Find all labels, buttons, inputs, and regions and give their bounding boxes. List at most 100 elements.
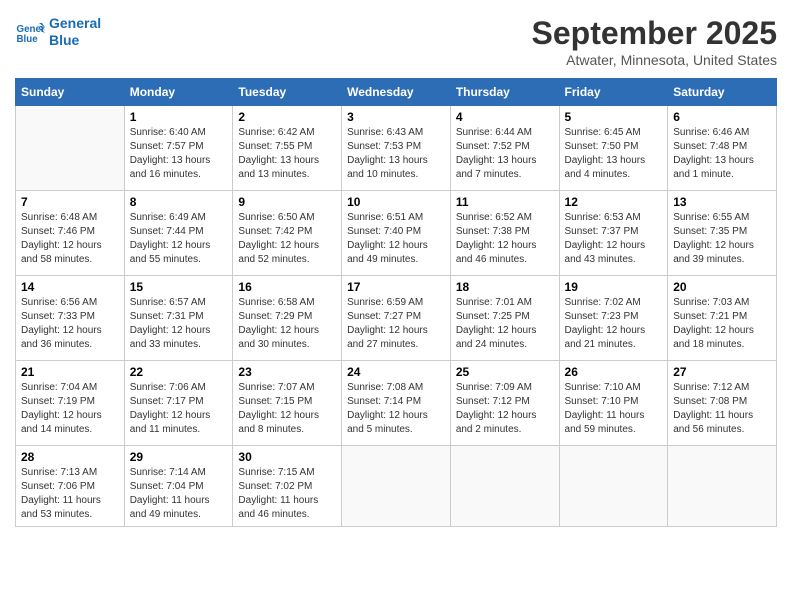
day-number: 11 (456, 195, 554, 209)
day-info: Sunrise: 7:03 AM Sunset: 7:21 PM Dayligh… (673, 296, 771, 352)
weekday-header: Sunday (16, 79, 125, 106)
title-block: September 2025 Atwater, Minnesota, Unite… (532, 15, 777, 68)
day-info: Sunrise: 7:01 AM Sunset: 7:25 PM Dayligh… (456, 296, 554, 352)
day-number: 26 (565, 365, 663, 379)
logo-icon: General Blue (15, 17, 45, 47)
day-number: 29 (130, 450, 228, 464)
calendar-week-row: 7 Sunrise: 6:48 AM Sunset: 7:46 PM Daylig… (16, 191, 777, 276)
day-number: 25 (456, 365, 554, 379)
day-info: Sunrise: 6:49 AM Sunset: 7:44 PM Dayligh… (130, 211, 228, 267)
day-number: 12 (565, 195, 663, 209)
day-number: 27 (673, 365, 771, 379)
calendar-day-cell: 2Sunrise: 6:42 AM Sunset: 7:55 PM Daylig… (233, 106, 342, 191)
calendar-day-cell (668, 446, 777, 527)
calendar-day-cell (450, 446, 559, 527)
calendar-day-cell: 17 Sunrise: 6:59 AM Sunset: 7:27 PM Dayli… (342, 276, 451, 361)
day-info: Sunrise: 6:51 AM Sunset: 7:40 PM Dayligh… (347, 211, 445, 267)
calendar-day-cell: 20 Sunrise: 7:03 AM Sunset: 7:21 PM Dayli… (668, 276, 777, 361)
day-info: Sunrise: 6:59 AM Sunset: 7:27 PM Dayligh… (347, 296, 445, 352)
calendar-day-cell (16, 106, 125, 191)
day-info: Sunrise: 6:57 AM Sunset: 7:31 PM Dayligh… (130, 296, 228, 352)
calendar-table: SundayMondayTuesdayWednesdayThursdayFrid… (15, 78, 777, 527)
calendar-day-cell: 27 Sunrise: 7:12 AM Sunset: 7:08 PM Dayli… (668, 361, 777, 446)
weekday-header: Monday (124, 79, 233, 106)
day-info: Sunrise: 6:53 AM Sunset: 7:37 PM Dayligh… (565, 211, 663, 267)
day-number: 16 (238, 280, 336, 294)
calendar-day-cell (342, 446, 451, 527)
day-number: 1 (130, 110, 228, 124)
day-info: Sunrise: 7:13 AM Sunset: 7:06 PM Dayligh… (21, 466, 119, 522)
calendar-day-cell: 25 Sunrise: 7:09 AM Sunset: 7:12 PM Dayli… (450, 361, 559, 446)
day-number: 23 (238, 365, 336, 379)
day-number: 30 (238, 450, 336, 464)
calendar-day-cell: 30Sunrise: 7:15 AM Sunset: 7:02 PM Dayli… (233, 446, 342, 527)
day-number: 20 (673, 280, 771, 294)
calendar-day-cell: 22Sunrise: 7:06 AM Sunset: 7:17 PM Dayli… (124, 361, 233, 446)
logo: General Blue General Blue (15, 15, 101, 49)
weekday-header: Thursday (450, 79, 559, 106)
day-info: Sunrise: 7:04 AM Sunset: 7:19 PM Dayligh… (21, 381, 119, 437)
calendar-day-cell: 10 Sunrise: 6:51 AM Sunset: 7:40 PM Dayli… (342, 191, 451, 276)
calendar-day-cell: 23 Sunrise: 7:07 AM Sunset: 7:15 PM Dayli… (233, 361, 342, 446)
day-info: Sunrise: 6:44 AM Sunset: 7:52 PM Dayligh… (456, 126, 554, 182)
day-info: Sunrise: 6:45 AM Sunset: 7:50 PM Dayligh… (565, 126, 663, 182)
day-number: 18 (456, 280, 554, 294)
logo-text: General Blue (49, 15, 101, 49)
day-info: Sunrise: 6:56 AM Sunset: 7:33 PM Dayligh… (21, 296, 119, 352)
day-number: 13 (673, 195, 771, 209)
day-info: Sunrise: 6:40 AM Sunset: 7:57 PM Dayligh… (130, 126, 228, 182)
calendar-day-cell: 9Sunrise: 6:50 AM Sunset: 7:42 PM Daylig… (233, 191, 342, 276)
calendar-day-cell: 14 Sunrise: 6:56 AM Sunset: 7:33 PM Dayli… (16, 276, 125, 361)
day-info: Sunrise: 6:52 AM Sunset: 7:38 PM Dayligh… (456, 211, 554, 267)
calendar-day-cell: 16 Sunrise: 6:58 AM Sunset: 7:29 PM Dayli… (233, 276, 342, 361)
day-info: Sunrise: 6:58 AM Sunset: 7:29 PM Dayligh… (238, 296, 336, 352)
calendar-day-cell: 4Sunrise: 6:44 AM Sunset: 7:52 PM Daylig… (450, 106, 559, 191)
svg-text:Blue: Blue (17, 34, 39, 45)
day-number: 7 (21, 195, 119, 209)
calendar-day-cell: 26 Sunrise: 7:10 AM Sunset: 7:10 PM Dayli… (559, 361, 668, 446)
day-info: Sunrise: 7:07 AM Sunset: 7:15 PM Dayligh… (238, 381, 336, 437)
calendar-week-row: 1 Sunrise: 6:40 AM Sunset: 7:57 PM Daylig… (16, 106, 777, 191)
day-number: 22 (130, 365, 228, 379)
calendar-day-cell: 1 Sunrise: 6:40 AM Sunset: 7:57 PM Daylig… (124, 106, 233, 191)
calendar-day-cell: 28 Sunrise: 7:13 AM Sunset: 7:06 PM Dayli… (16, 446, 125, 527)
calendar-day-cell: 29 Sunrise: 7:14 AM Sunset: 7:04 PM Dayli… (124, 446, 233, 527)
day-number: 15 (130, 280, 228, 294)
day-number: 21 (21, 365, 119, 379)
day-number: 28 (21, 450, 119, 464)
calendar-week-row: 14 Sunrise: 6:56 AM Sunset: 7:33 PM Dayli… (16, 276, 777, 361)
day-number: 10 (347, 195, 445, 209)
weekday-header: Tuesday (233, 79, 342, 106)
day-info: Sunrise: 7:02 AM Sunset: 7:23 PM Dayligh… (565, 296, 663, 352)
day-number: 9 (238, 195, 336, 209)
day-info: Sunrise: 7:10 AM Sunset: 7:10 PM Dayligh… (565, 381, 663, 437)
weekday-header: Wednesday (342, 79, 451, 106)
calendar-day-cell: 6 Sunrise: 6:46 AM Sunset: 7:48 PM Daylig… (668, 106, 777, 191)
weekday-header: Friday (559, 79, 668, 106)
day-info: Sunrise: 7:14 AM Sunset: 7:04 PM Dayligh… (130, 466, 228, 522)
day-number: 14 (21, 280, 119, 294)
weekday-header: Saturday (668, 79, 777, 106)
day-info: Sunrise: 7:09 AM Sunset: 7:12 PM Dayligh… (456, 381, 554, 437)
calendar-day-cell: 15 Sunrise: 6:57 AM Sunset: 7:31 PM Dayli… (124, 276, 233, 361)
day-info: Sunrise: 7:12 AM Sunset: 7:08 PM Dayligh… (673, 381, 771, 437)
calendar-week-row: 28 Sunrise: 7:13 AM Sunset: 7:06 PM Dayli… (16, 446, 777, 527)
month-title: September 2025 (532, 15, 777, 52)
day-info: Sunrise: 6:55 AM Sunset: 7:35 PM Dayligh… (673, 211, 771, 267)
day-number: 17 (347, 280, 445, 294)
calendar-week-row: 21 Sunrise: 7:04 AM Sunset: 7:19 PM Dayli… (16, 361, 777, 446)
calendar-day-cell: 21 Sunrise: 7:04 AM Sunset: 7:19 PM Dayli… (16, 361, 125, 446)
day-number: 6 (673, 110, 771, 124)
location-title: Atwater, Minnesota, United States (532, 52, 777, 68)
calendar-day-cell: 5Sunrise: 6:45 AM Sunset: 7:50 PM Daylig… (559, 106, 668, 191)
calendar-day-cell: 11 Sunrise: 6:52 AM Sunset: 7:38 PM Dayli… (450, 191, 559, 276)
day-info: Sunrise: 6:48 AM Sunset: 7:46 PM Dayligh… (21, 211, 119, 267)
calendar-day-cell: 13 Sunrise: 6:55 AM Sunset: 7:35 PM Dayli… (668, 191, 777, 276)
day-info: Sunrise: 7:08 AM Sunset: 7:14 PM Dayligh… (347, 381, 445, 437)
calendar-day-cell: 19Sunrise: 7:02 AM Sunset: 7:23 PM Dayli… (559, 276, 668, 361)
weekday-header-row: SundayMondayTuesdayWednesdayThursdayFrid… (16, 79, 777, 106)
day-number: 2 (238, 110, 336, 124)
day-number: 8 (130, 195, 228, 209)
day-info: Sunrise: 6:46 AM Sunset: 7:48 PM Dayligh… (673, 126, 771, 182)
calendar-day-cell: 18 Sunrise: 7:01 AM Sunset: 7:25 PM Dayli… (450, 276, 559, 361)
